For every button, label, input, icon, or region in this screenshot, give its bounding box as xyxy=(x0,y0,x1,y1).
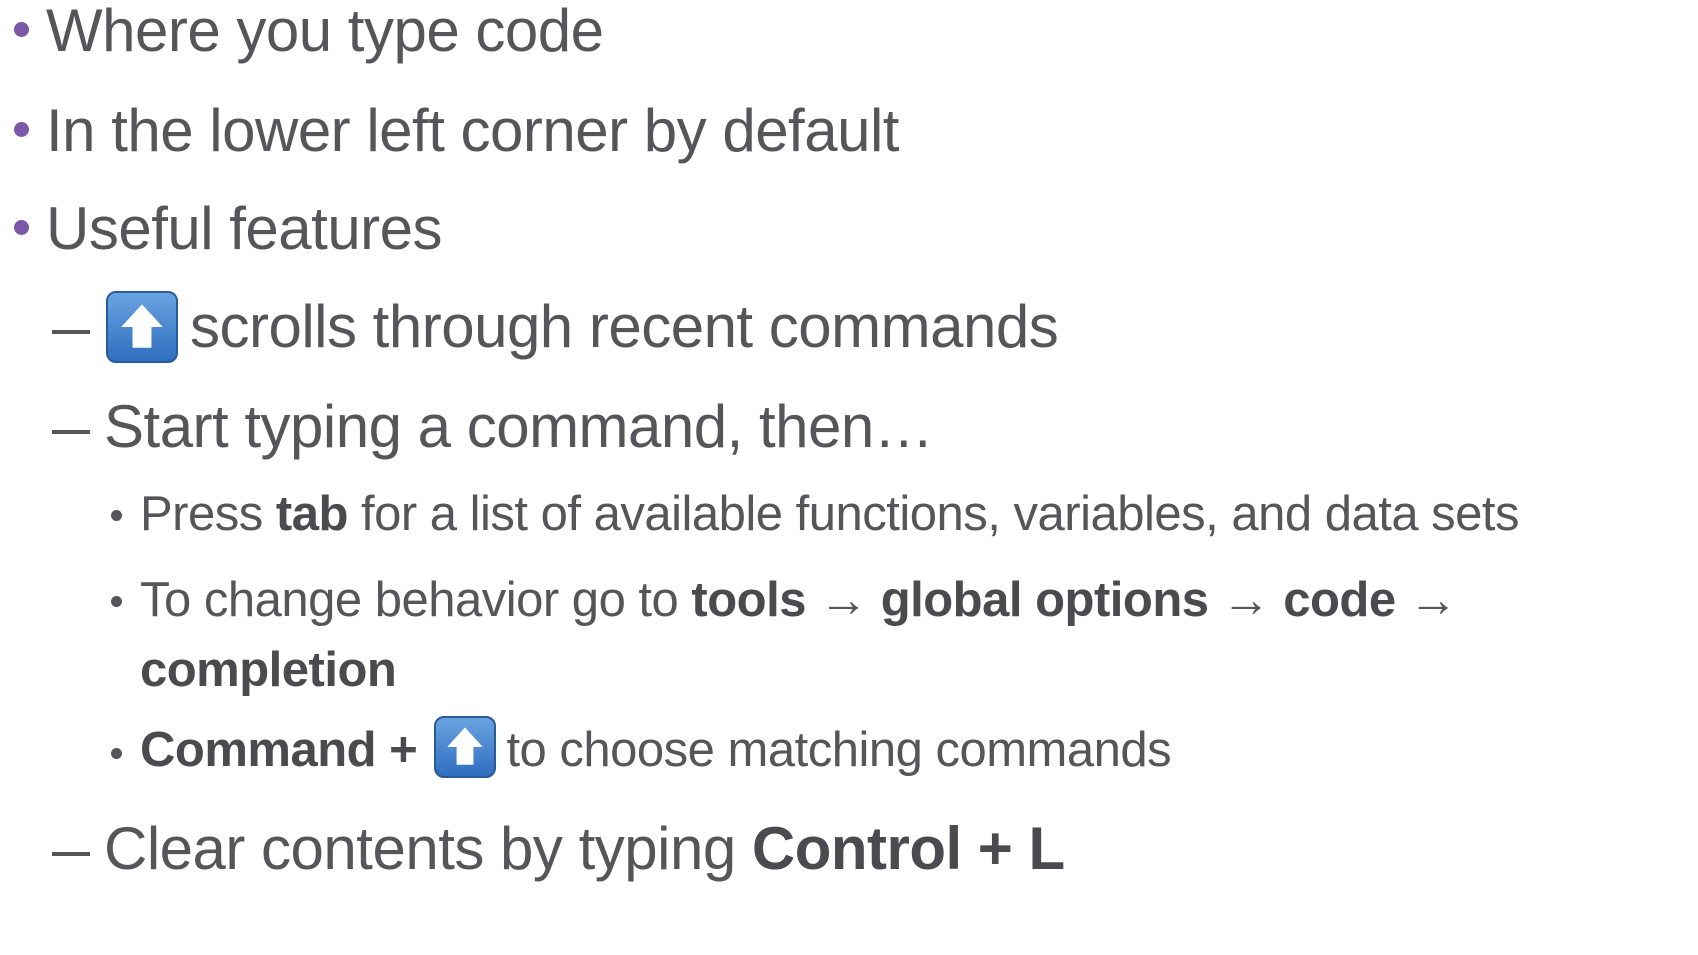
slide: Where you type code In the lower left co… xyxy=(0,0,1698,955)
bullet-dot xyxy=(14,220,29,235)
sub-start-typing: Start typing a command, then… xyxy=(104,393,934,460)
arrow-right-icon: → xyxy=(1208,573,1284,627)
sub-clear-contents: Clear contents by typing Control + L xyxy=(104,814,1065,883)
menu-global-options: global options xyxy=(880,573,1209,627)
bullet-useful-features: Useful features xyxy=(46,195,443,262)
sub-scrolls-commands: scrolls through recent commands xyxy=(104,291,1059,367)
bullet-where-you-type: Where you type code xyxy=(46,0,604,64)
bullet-dot xyxy=(14,122,29,137)
command-up-description: to choose matching commands xyxy=(506,723,1172,777)
command-plus-keyword: Command + xyxy=(140,723,418,777)
control-l-keyword: Control + L xyxy=(751,815,1065,882)
bullet-lower-left: In the lower left corner by default xyxy=(46,97,899,164)
arrow-right-icon: → xyxy=(805,573,881,627)
subsub-change-behavior-cont: completion xyxy=(140,642,397,698)
menu-code: code xyxy=(1283,573,1396,627)
sub-bullet-dot xyxy=(111,510,122,521)
bullet-dot xyxy=(14,22,29,37)
press-label: Press xyxy=(140,487,276,541)
sub-bullet-dot xyxy=(111,748,122,759)
menu-completion: completion xyxy=(140,643,397,697)
dash-marker xyxy=(52,430,90,434)
dash-marker xyxy=(52,852,90,856)
up-arrow-key-icon xyxy=(434,716,497,779)
clear-contents-label: Clear contents by typing xyxy=(104,815,752,882)
sub-bullet-dot xyxy=(111,596,122,607)
subsub-command-up: Command + to choose matching commands xyxy=(140,716,1172,784)
up-arrow-key-icon xyxy=(106,291,178,364)
change-behavior-label: To change behavior go to xyxy=(140,573,692,627)
subsub-press-tab: Press tab for a list of available functi… xyxy=(140,486,1520,542)
press-tab-description: for a list of available functions, varia… xyxy=(347,487,1520,541)
subsub-change-behavior: To change behavior go to tools → global … xyxy=(140,572,1458,628)
arrow-right-icon: → xyxy=(1395,573,1458,627)
menu-tools: tools xyxy=(691,573,806,627)
tab-keyword: tab xyxy=(275,487,349,541)
sub-scrolls-text: scrolls through recent commands xyxy=(190,293,1059,360)
dash-marker xyxy=(52,330,90,334)
